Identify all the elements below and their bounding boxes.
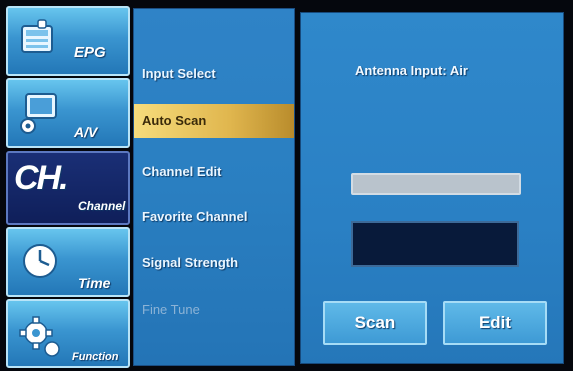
scan-button[interactable]: Scan [323, 301, 427, 345]
tv-screen: EPG A/V CH. Channel Time Function Input … [0, 0, 573, 371]
tile-av[interactable]: A/V [6, 78, 130, 148]
menu-item-favorite-channel[interactable]: Favorite Channel [134, 200, 294, 234]
gear-icon [19, 316, 60, 357]
tile-channel[interactable]: CH. Channel [6, 151, 130, 225]
menu-item-channel-edit[interactable]: Channel Edit [134, 155, 294, 189]
antenna-input-label: Antenna Input: Air [355, 63, 468, 78]
menu-item-signal-strength[interactable]: Signal Strength [134, 246, 294, 280]
tile-time[interactable]: Time [6, 227, 130, 297]
epg-icon [21, 19, 53, 53]
edit-button[interactable]: Edit [443, 301, 547, 345]
tile-av-label: A/V [74, 124, 98, 140]
channel-display [351, 221, 519, 267]
menu-item-auto-scan[interactable]: Auto Scan [134, 104, 294, 138]
tile-function-label: Function [72, 351, 119, 363]
menu-item-input-select[interactable]: Input Select [134, 57, 294, 91]
tile-time-label: Time [78, 275, 111, 291]
scan-progress-bar [351, 173, 521, 195]
menu-item-fine-tune: Fine Tune [142, 302, 200, 317]
tile-epg[interactable]: EPG [6, 6, 130, 76]
tile-channel-label: Channel [78, 199, 126, 213]
tile-function[interactable]: Function [6, 299, 130, 368]
av-icon [20, 93, 57, 134]
channel-menu: Input Select Auto Scan Channel Edit Favo… [133, 8, 295, 366]
tile-epg-label: EPG [74, 44, 106, 61]
auto-scan-panel: Antenna Input: Air Scan Edit [300, 12, 564, 364]
category-column: EPG A/V CH. Channel Time Function [6, 6, 130, 368]
clock-icon [23, 244, 57, 278]
channel-icon: CH. [14, 159, 69, 197]
